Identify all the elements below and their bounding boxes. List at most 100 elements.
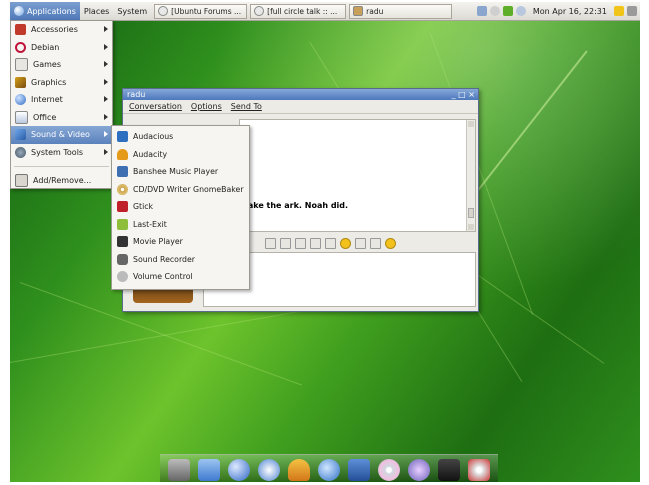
applications-menu[interactable]: Applications [10, 2, 80, 20]
cd-writer-icon[interactable] [468, 458, 490, 481]
menu-system-tools[interactable]: System Tools [11, 144, 112, 162]
font-size-icon[interactable] [280, 237, 291, 249]
games-icon [15, 58, 28, 72]
tray-app-icon[interactable] [502, 6, 513, 16]
system-menu[interactable]: System [113, 2, 151, 20]
conversation-scrollbar[interactable] [466, 120, 475, 231]
submenu-audacity[interactable]: Audacity [112, 146, 249, 164]
audacious-icon [117, 131, 128, 143]
add-remove-icon [15, 174, 28, 188]
banshee-icon[interactable] [258, 458, 280, 481]
volume-icon [117, 271, 128, 283]
menu-options[interactable]: Options [191, 102, 222, 111]
font-icon[interactable] [265, 237, 276, 249]
places-menu[interactable]: Places [80, 2, 113, 20]
submenu-banshee[interactable]: Banshee Music Player [112, 163, 249, 181]
system-tools-icon [15, 146, 26, 158]
menu-internet[interactable]: Internet [11, 91, 112, 109]
window-controls[interactable]: _ □ × [452, 90, 478, 99]
task-ubuntu-forums[interactable]: [Ubuntu Forums ... [154, 3, 248, 19]
menu-graphics[interactable]: Graphics [11, 74, 112, 92]
submenu-audacious[interactable]: Audacious [112, 128, 249, 146]
submenu-sound-recorder[interactable]: Sound Recorder [112, 251, 249, 269]
menu-accessories[interactable]: Accessories [11, 21, 112, 39]
image-icon[interactable] [355, 237, 366, 249]
submenu-item-label: Last-Exit [133, 219, 167, 229]
menu-office[interactable]: Office [11, 109, 112, 127]
submenu-arrow-icon [104, 61, 108, 67]
menu-item-label: Graphics [31, 77, 67, 87]
chat-menubar: Conversation Options Send To [123, 100, 478, 114]
menu-debian[interactable]: Debian [11, 39, 112, 57]
submenu-arrow-icon [104, 131, 108, 137]
system-tray: Mon Apr 16, 22:31 [476, 6, 640, 16]
menu-item-label: Internet [31, 95, 63, 105]
submenu-last-exit[interactable]: Last-Exit [112, 216, 249, 234]
browser-icon [158, 6, 169, 16]
submenu-item-label: Volume Control [133, 272, 193, 282]
cd-icon[interactable] [378, 458, 400, 481]
home-folder-icon[interactable] [198, 458, 220, 481]
movie-player-icon [117, 236, 128, 248]
pidgin-icon[interactable] [408, 458, 430, 481]
link-icon[interactable] [340, 237, 351, 249]
italic-icon[interactable] [310, 237, 321, 249]
submenu-item-label: Banshee Music Player [133, 167, 219, 177]
browser-icon [254, 6, 265, 16]
task-radu[interactable]: radu [349, 3, 453, 19]
search-icon[interactable] [515, 6, 526, 16]
network-icon[interactable] [476, 6, 487, 16]
menu-item-label: Games [33, 60, 61, 70]
menu-add-remove[interactable]: Add/Remove... [11, 172, 112, 190]
office-icon [15, 110, 28, 124]
submenu-arrow-icon [104, 78, 108, 85]
volume-icon[interactable] [627, 6, 637, 16]
chat-titlebar[interactable]: radu _ □ × [123, 89, 478, 100]
submenu-gnomebaker[interactable]: CD/DVD Writer GnomeBaker [112, 181, 249, 199]
underline-icon[interactable] [325, 237, 336, 249]
submenu-movie-player[interactable]: Movie Player [112, 233, 249, 251]
water-drop-icon[interactable] [318, 458, 340, 481]
scroll-up-arrow[interactable] [468, 121, 474, 127]
clock[interactable]: Mon Apr 16, 22:31 [533, 7, 607, 16]
update-icon[interactable] [489, 6, 500, 16]
web-browser-icon[interactable] [228, 458, 250, 481]
audacity-icon [117, 148, 128, 160]
menu-send-to[interactable]: Send To [231, 102, 262, 111]
submenu-volume-control[interactable]: Volume Control [112, 268, 249, 286]
last-exit-icon [117, 218, 128, 230]
notes-icon[interactable] [614, 6, 624, 16]
scroll-thumb[interactable] [468, 208, 474, 218]
sound-video-submenu: Audacious Audacity Banshee Music Player … [111, 125, 250, 290]
menu-sound-video[interactable]: Sound & Video [11, 126, 112, 144]
message-text: take the ark. Noah did. [244, 201, 349, 210]
submenu-arrow-icon [104, 26, 108, 32]
window-controls-label[interactable]: _ □ × [452, 90, 475, 99]
media-player-icon[interactable] [348, 458, 370, 481]
accessories-icon [15, 24, 26, 36]
submenu-item-label: Gtick [133, 202, 154, 212]
graphics-icon [15, 76, 26, 88]
disc-icon [117, 183, 128, 195]
smiley-icon[interactable] [385, 237, 396, 249]
terminal-icon[interactable] [438, 458, 460, 481]
debian-icon [15, 41, 26, 53]
people-icon[interactable] [288, 458, 310, 481]
conversation-view[interactable]: take the ark. Noah did. [239, 119, 476, 232]
drive-icon[interactable] [168, 458, 190, 481]
top-panel: Applications Places System [Ubuntu Forum… [10, 2, 640, 21]
ubuntu-logo-icon [14, 6, 24, 16]
clear-format-icon[interactable] [370, 237, 381, 249]
submenu-item-label: Audacity [133, 149, 168, 159]
submenu-arrow-icon [104, 148, 108, 155]
bold-icon[interactable] [295, 237, 306, 249]
submenu-arrow-icon [104, 113, 108, 120]
submenu-gtick[interactable]: Gtick [112, 198, 249, 216]
internet-icon [15, 94, 26, 106]
leaf-line [10, 309, 306, 363]
menu-item-label: Accessories [31, 25, 78, 35]
task-full-circle-talk[interactable]: [full circle talk :: ... [250, 3, 347, 19]
menu-conversation[interactable]: Conversation [129, 102, 182, 111]
menu-games[interactable]: Games [11, 56, 112, 74]
scroll-down-arrow[interactable] [468, 224, 474, 230]
